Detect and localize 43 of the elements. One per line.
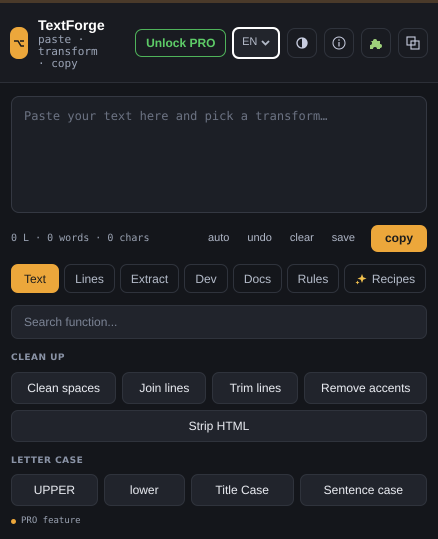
window-button[interactable]: [398, 28, 428, 58]
function-button[interactable]: Title Case: [190, 474, 294, 506]
contrast-button[interactable]: [287, 28, 317, 58]
info-button[interactable]: [324, 28, 354, 58]
category-tab[interactable]: Dev: [184, 264, 228, 293]
function-button[interactable]: lower: [104, 474, 185, 506]
chevron-down-icon: [261, 40, 270, 46]
language-select[interactable]: EN: [232, 26, 280, 58]
category-tab[interactable]: Extract: [120, 264, 179, 293]
function-button[interactable]: Sentence case: [300, 474, 427, 506]
action-button[interactable]: undo: [239, 224, 280, 252]
function-button[interactable]: UPPER: [11, 474, 98, 506]
overlapping-squares-icon: [406, 36, 420, 50]
unlock-pro-button[interactable]: Unlock PRO: [135, 28, 226, 56]
category-tab[interactable]: Recipes: [344, 264, 426, 293]
section-heading: CLEAN UP: [11, 352, 66, 365]
function-button[interactable]: Trim lines: [212, 372, 298, 404]
pro-feature-note: PRO feature: [21, 515, 81, 528]
category-tab[interactable]: Lines: [64, 264, 115, 293]
section-heading: LETTER CASE: [11, 454, 84, 468]
action-button[interactable]: auto: [200, 224, 238, 252]
category-tab[interactable]: Docs: [233, 264, 282, 293]
logo-icon: [10, 26, 28, 58]
function-button[interactable]: Strip HTML: [11, 410, 427, 442]
function-button[interactable]: Join lines: [122, 372, 206, 404]
category-tab[interactable]: Text: [11, 264, 59, 293]
extensions-button[interactable]: [361, 28, 391, 58]
app-title: TextForge: [38, 16, 106, 34]
category-tab[interactable]: Rules: [287, 264, 339, 293]
copy-button[interactable]: copy: [370, 224, 427, 252]
text-input-area[interactable]: Paste your text here and pick a transform…: [11, 96, 427, 213]
action-button[interactable]: clear: [282, 224, 322, 252]
function-button[interactable]: Remove accents: [304, 372, 427, 404]
contrast-icon: [296, 36, 308, 48]
sparkle-icon: [354, 272, 367, 284]
pro-dot-icon: [11, 519, 16, 524]
function-button[interactable]: Clean spaces: [11, 372, 116, 404]
language-value: EN: [242, 35, 258, 50]
info-icon: [332, 36, 346, 50]
text-stats: 0 L · 0 words · 0 chars: [11, 232, 150, 246]
search-field[interactable]: Search function...: [11, 305, 427, 339]
app-tagline: paste · transform · copy: [38, 34, 98, 70]
action-button[interactable]: save: [324, 224, 363, 252]
